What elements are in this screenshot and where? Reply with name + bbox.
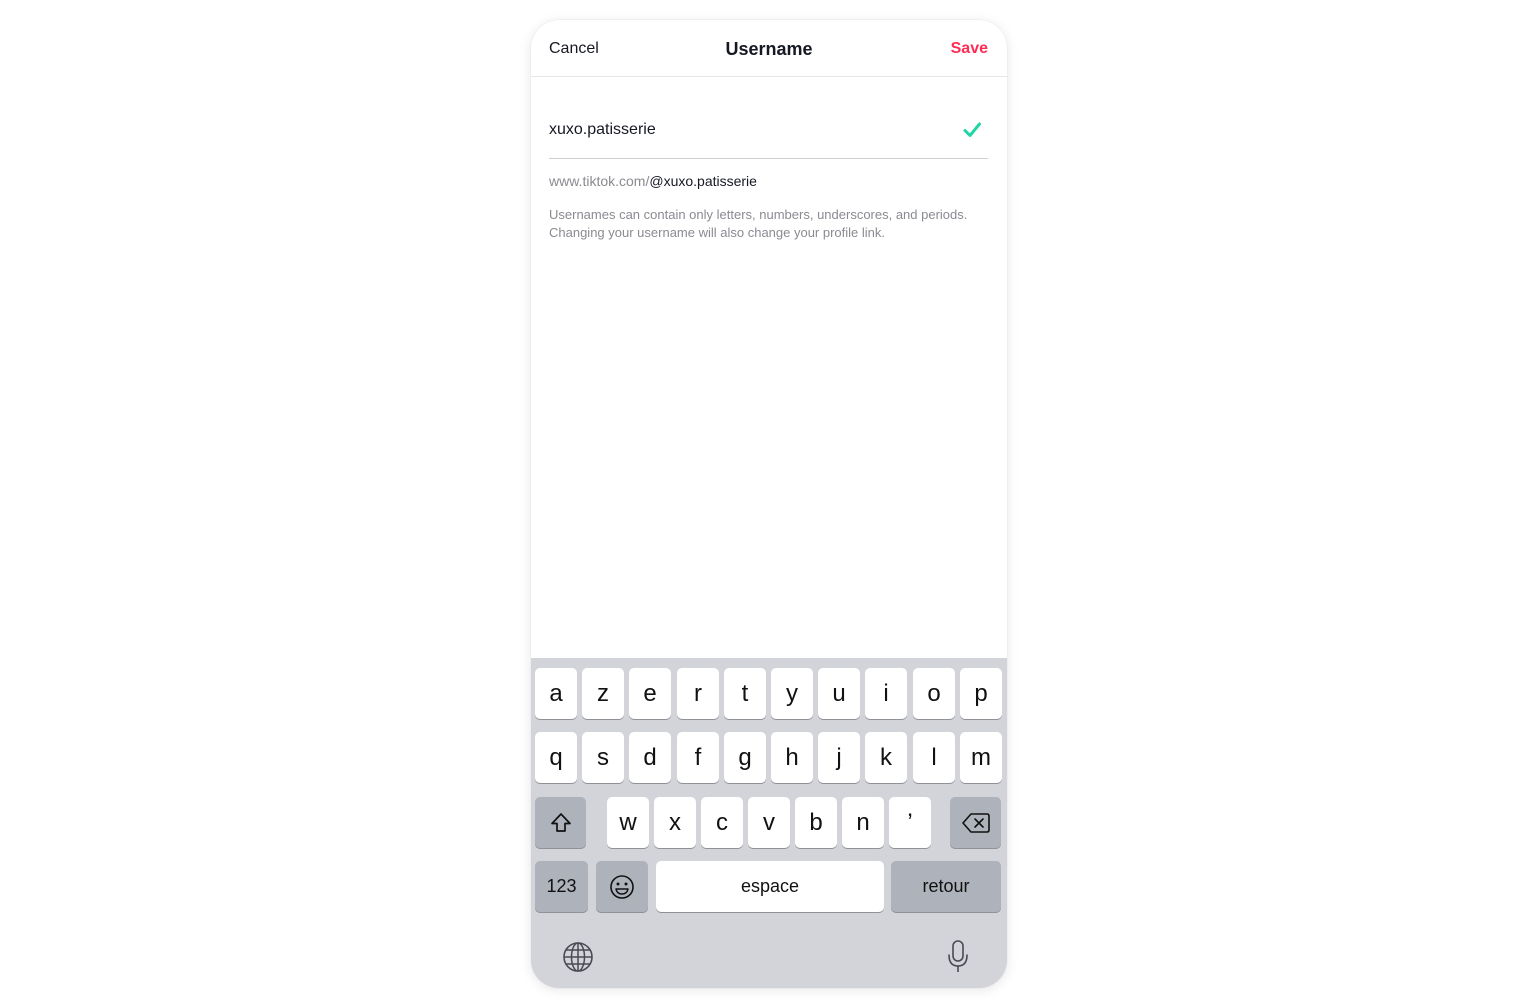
phone-screen: Cancel Username Save www.tiktok.com/@xux… [531,20,1007,988]
key-f[interactable]: f [677,732,719,783]
key-s[interactable]: s [582,732,624,783]
key-d[interactable]: d [629,732,671,783]
key-n[interactable]: n [842,797,884,848]
shift-icon [550,812,571,832]
key-q[interactable]: q [535,732,577,783]
profile-link-handle: @xuxo.patisserie [649,173,757,189]
key-r[interactable]: r [677,668,719,719]
shift-key[interactable] [535,797,586,848]
key-v[interactable]: v [748,797,790,848]
emoji-key[interactable] [596,861,648,912]
username-field [549,112,988,159]
key-c[interactable]: c [701,797,743,848]
key-e[interactable]: e [629,668,671,719]
key-b[interactable]: b [795,797,837,848]
key-apostrophe[interactable]: ’ [889,797,931,848]
help-text: Usernames can contain only letters, numb… [549,207,968,240]
space-key[interactable]: espace [656,861,884,912]
return-key[interactable]: retour [891,861,1001,912]
key-x[interactable]: x [654,797,696,848]
key-h[interactable]: h [771,732,813,783]
save-button[interactable]: Save [951,40,988,58]
numbers-key[interactable]: 123 [535,861,588,912]
key-j[interactable]: j [818,732,860,783]
microphone-icon [948,940,968,972]
username-input[interactable] [549,118,949,142]
page-title: Username [725,39,813,59]
key-p[interactable]: p [960,668,1002,719]
keyboard: a z e r t y u i o p q s d f g h j k l m … [531,658,1007,988]
navigation-bar: Cancel Username Save [531,20,1007,77]
key-l[interactable]: l [913,732,955,783]
key-i[interactable]: i [865,668,907,719]
microphone-button[interactable] [943,938,973,976]
key-z[interactable]: z [582,668,624,719]
key-y[interactable]: y [771,668,813,719]
key-w[interactable]: w [607,797,649,848]
key-t[interactable]: t [724,668,766,719]
checkmark-icon [963,122,981,137]
globe-button[interactable] [561,940,595,974]
emoji-icon [610,874,634,899]
key-m[interactable]: m [960,732,1002,783]
globe-icon [563,942,593,972]
key-a[interactable]: a [535,668,577,719]
backspace-icon [961,812,990,833]
profile-link-prefix: www.tiktok.com/ [549,173,650,189]
key-g[interactable]: g [724,732,766,783]
key-o[interactable]: o [913,668,955,719]
profile-link: www.tiktok.com/@xuxo.patisserie [549,173,757,189]
key-k[interactable]: k [865,732,907,783]
backspace-key[interactable] [950,797,1001,848]
key-u[interactable]: u [818,668,860,719]
